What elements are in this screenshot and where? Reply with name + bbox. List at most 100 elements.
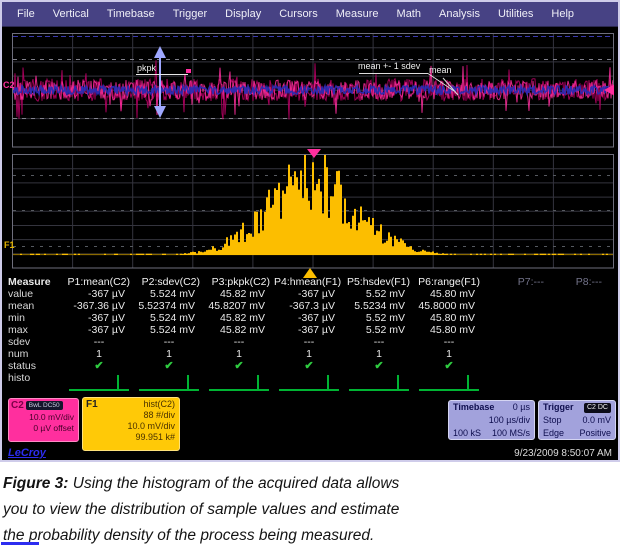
menu-utilities[interactable]: Utilities (489, 8, 542, 20)
menu-file[interactable]: File (8, 8, 44, 20)
histicon (69, 374, 129, 392)
timebase-title: Timebase (453, 401, 494, 414)
row-label-status: status (2, 360, 64, 372)
measure-P7-mean (484, 300, 548, 312)
c2-descriptor-label: C2 (11, 400, 24, 411)
histicon (279, 374, 339, 392)
measure-P7-min (484, 312, 548, 324)
measure-P6-num: 1 (414, 348, 484, 360)
measure-P8-min (548, 312, 606, 324)
measure-P7-status (484, 360, 548, 372)
row-label-sdev: sdev (2, 336, 64, 348)
measure-P1-histo (64, 372, 134, 392)
waveform-graphics (2, 2, 620, 292)
measure-P4-min: -367 µV (274, 312, 344, 324)
measure-P2-mean: 5.52374 mV (134, 300, 204, 312)
measure-P3-status: ✔ (204, 360, 274, 372)
row-label-max: max (2, 324, 64, 336)
row-label-num: num (2, 348, 64, 360)
measure-P2-num: 1 (134, 348, 204, 360)
trace-f1-descriptor[interactable]: F1 hist(C2) 88 #/div 10.0 mV/div 99.951 … (82, 397, 180, 451)
measure-P7-num (484, 348, 548, 360)
measure-P5-max: 5.52 mV (344, 324, 414, 336)
menu-trigger[interactable]: Trigger (164, 8, 216, 20)
row-label-histo: histo (2, 372, 64, 392)
measure-P4-num: 1 (274, 348, 344, 360)
measure-P8-max (548, 324, 606, 336)
mean-annotation: mean (429, 65, 452, 75)
timebase-position: 0 µs (513, 401, 530, 414)
param-header-P4[interactable]: P4:hmean(F1) (274, 276, 344, 288)
channel-c2-descriptor[interactable]: C2 BwL DC50 10.0 mV/div 0 µV offset (8, 398, 79, 442)
measure-P5-histo (344, 372, 414, 392)
measure-P1-mean: -367.36 µV (64, 300, 134, 312)
menu-cursors[interactable]: Cursors (270, 8, 327, 20)
f1-descriptor-label: F1 (86, 399, 98, 410)
measure-P2-status: ✔ (134, 360, 204, 372)
measure-P8-value (548, 288, 606, 300)
measure-P8-status (548, 360, 606, 372)
menu-help[interactable]: Help (542, 8, 583, 20)
measure-P5-min: 5.52 mV (344, 312, 414, 324)
menu-analysis[interactable]: Analysis (430, 8, 489, 20)
param-header-P1[interactable]: P1:mean(C2) (64, 276, 134, 288)
c2-offset: 0 µV offset (9, 423, 78, 434)
menu-timebase[interactable]: Timebase (98, 8, 164, 20)
measure-P5-sdev: --- (344, 336, 414, 348)
measure-P6-histo (414, 372, 484, 392)
trace-f1-label: F1 (4, 240, 15, 250)
caption-underline-mark (1, 542, 39, 545)
measure-P5-status: ✔ (344, 360, 414, 372)
measure-P5-mean: 5.5234 mV (344, 300, 414, 312)
measure-P7-sdev (484, 336, 548, 348)
histicon (209, 374, 269, 392)
histicon (139, 374, 199, 392)
measure-P1-value: -367 µV (64, 288, 134, 300)
f1-count-scale: 88 #/div (83, 410, 179, 421)
menu-vertical[interactable]: Vertical (44, 8, 98, 20)
measure-P1-status: ✔ (64, 360, 134, 372)
trigger-descriptor[interactable]: TriggerC2 DC Stop0.0 mV EdgePositive (538, 400, 616, 440)
timebase-descriptor[interactable]: Timebase0 µs 100 µs/div 100 kS100 MS/s (448, 400, 535, 440)
mean-sdev-annotation: mean +- 1 sdev (358, 61, 420, 71)
figure-caption-line1: Using the histogram of the acquired data… (73, 475, 400, 492)
measure-table-title: Measure (2, 276, 64, 288)
menu-math[interactable]: Math (388, 8, 430, 20)
timebase-samples: 100 kS (453, 427, 481, 440)
menu-bar: FileVerticalTimebaseTriggerDisplayCursor… (2, 2, 618, 27)
measure-P1-num: 1 (64, 348, 134, 360)
measure-P4-status: ✔ (274, 360, 344, 372)
measure-P7-value (484, 288, 548, 300)
timebase-rate: 100 MS/s (492, 427, 530, 440)
measure-P3-value: 45.82 mV (204, 288, 274, 300)
measure-P2-histo (134, 372, 204, 392)
trigger-source-badge: C2 DC (584, 403, 611, 413)
measure-P6-value: 45.80 mV (414, 288, 484, 300)
f1-bin-scale: 10.0 mV/div (83, 421, 179, 432)
param-header-P2[interactable]: P2:sdev(C2) (134, 276, 204, 288)
measure-P6-min: 45.80 mV (414, 312, 484, 324)
param-header-P3[interactable]: P3:pkpk(C2) (204, 276, 274, 288)
menu-display[interactable]: Display (216, 8, 270, 20)
measure-P5-num: 1 (344, 348, 414, 360)
measure-P2-min: 5.524 mV (134, 312, 204, 324)
measure-P8-mean (548, 300, 606, 312)
param-header-P8[interactable]: P8:--- (548, 276, 606, 288)
trigger-mode: Stop (543, 414, 562, 427)
menu-measure[interactable]: Measure (327, 8, 388, 20)
figure-caption-line3: the probability density of the process b… (3, 523, 614, 548)
measure-P3-mean: 45.8207 mV (204, 300, 274, 312)
param-header-P5[interactable]: P5:hsdev(F1) (344, 276, 414, 288)
measure-P4-histo (274, 372, 344, 392)
measure-P2-sdev: --- (134, 336, 204, 348)
measure-P1-min: -367 µV (64, 312, 134, 324)
lecroy-logo: LeCroy (8, 447, 46, 459)
measure-P6-max: 45.80 mV (414, 324, 484, 336)
measure-P4-value: -367 µV (274, 288, 344, 300)
f1-source: hist(C2) (143, 399, 175, 410)
trigger-level: 0.0 mV (582, 414, 611, 427)
trigger-slope: Positive (579, 427, 611, 440)
param-header-P7[interactable]: P7:--- (484, 276, 548, 288)
param-header-P6[interactable]: P6:range(F1) (414, 276, 484, 288)
measure-P3-min: 45.82 mV (204, 312, 274, 324)
